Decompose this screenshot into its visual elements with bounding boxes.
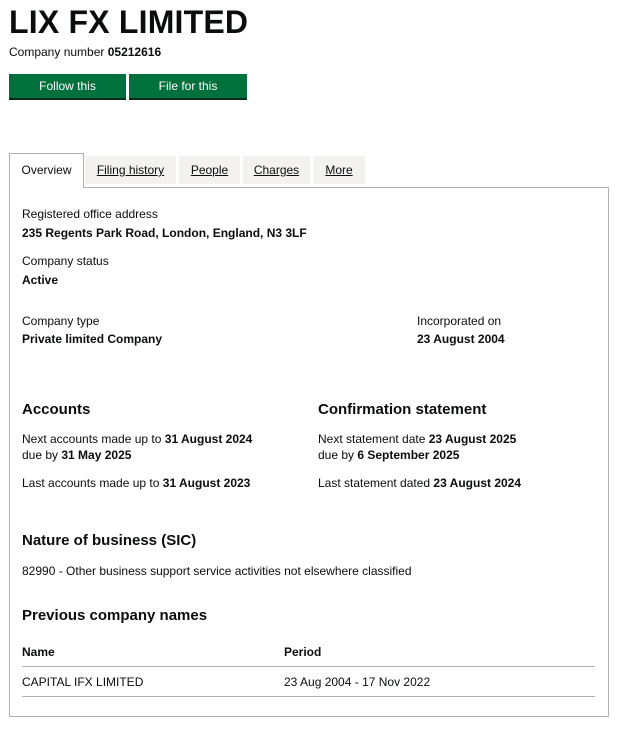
confirmation-due-label: due by	[318, 448, 355, 462]
tab-more[interactable]: More	[313, 156, 365, 184]
overview-panel: Registered office address 235 Regents Pa…	[9, 187, 609, 717]
accounts-due: due by 31 May 2025	[22, 448, 131, 462]
confirmation-last-date: 23 August 2024	[433, 476, 522, 490]
table-row-divider	[22, 696, 595, 697]
company-name: LIX FX LIMITED	[9, 4, 249, 40]
confirmation-next-label: Next statement date	[318, 432, 426, 446]
company-number-label: Company number	[9, 45, 105, 59]
follow-company-button[interactable]: Follow this company	[9, 74, 126, 117]
nature-of-business-heading: Nature of business (SIC)	[22, 532, 197, 549]
tab-filing-history[interactable]: Filing history	[85, 156, 176, 184]
company-number: Company number 05212616	[9, 45, 161, 59]
accounts-last-label: Last accounts made up to	[22, 476, 160, 490]
incorporated-label: Incorporated on	[417, 314, 502, 328]
file-for-company-button[interactable]: File for this company	[129, 74, 247, 117]
confirmation-last-label: Last statement dated	[318, 476, 431, 490]
column-header-name: Name	[22, 645, 55, 659]
confirmation-next-date: 23 August 2025	[428, 432, 517, 446]
sic-code: 82990 - Other business support service a…	[22, 564, 412, 578]
confirmation-heading: Confirmation statement	[318, 401, 487, 418]
accounts-next-date: 31 August 2024	[164, 432, 253, 446]
company-number-value: 05212616	[107, 45, 162, 59]
confirmation-due: due by 6 September 2025	[318, 448, 459, 462]
company-status-value: Active	[22, 273, 59, 287]
previous-names-heading: Previous company names	[22, 607, 208, 624]
accounts-due-date: 31 May 2025	[61, 448, 132, 462]
column-header-period: Period	[284, 645, 322, 659]
previous-period-cell: 23 Aug 2004 - 17 Nov 2022	[284, 675, 431, 689]
confirmation-next: Next statement date 23 August 2025	[318, 432, 516, 446]
registered-office-label: Registered office address	[22, 207, 158, 221]
accounts-next: Next accounts made up to 31 August 2024	[22, 432, 252, 446]
company-status-label: Company status	[22, 254, 109, 268]
confirmation-last: Last statement dated 23 August 2024	[318, 476, 521, 490]
accounts-last: Last accounts made up to 31 August 2023	[22, 476, 250, 490]
company-type-value: Private limited Company	[22, 332, 163, 346]
accounts-due-label: due by	[22, 448, 59, 462]
table-header-divider	[22, 666, 595, 667]
accounts-heading: Accounts	[22, 401, 91, 418]
accounts-next-label: Next accounts made up to	[22, 432, 162, 446]
tab-people[interactable]: People	[179, 156, 240, 184]
registered-office-value: 235 Regents Park Road, London, England, …	[22, 226, 307, 240]
company-type-label: Company type	[22, 314, 100, 328]
previous-name-cell: CAPITAL IFX LIMITED	[22, 675, 144, 689]
incorporated-value: 23 August 2004	[417, 332, 505, 346]
confirmation-due-date: 6 September 2025	[357, 448, 460, 462]
tab-charges[interactable]: Charges	[243, 156, 310, 184]
accounts-last-date: 31 August 2023	[162, 476, 251, 490]
tab-overview[interactable]: Overview	[9, 153, 84, 188]
